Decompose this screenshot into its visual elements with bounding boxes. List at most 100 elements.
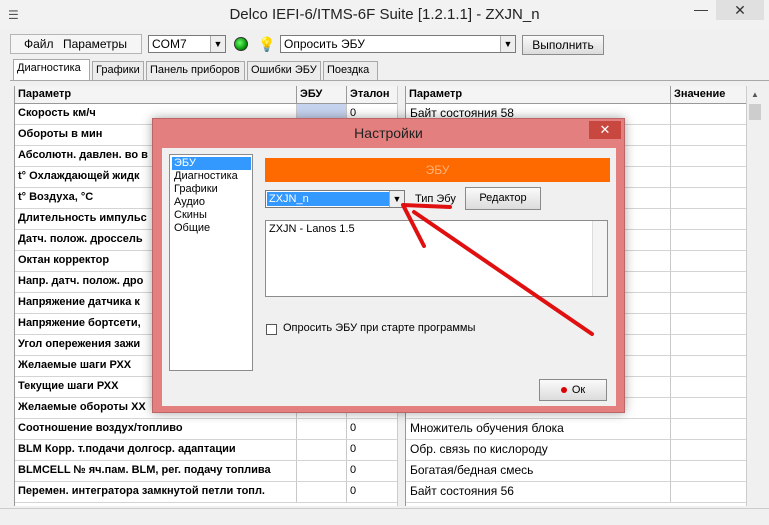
column-header-status-parameter[interactable]: Параметр [406, 86, 671, 104]
scroll-thumb[interactable] [749, 104, 761, 120]
table-row[interactable]: BLMCELL № яч.пам. BLM, рег. подачу топли… [15, 461, 398, 482]
column-header-ecu[interactable]: ЭБУ [297, 86, 347, 104]
table-row[interactable]: Байт состояния 56 [406, 482, 747, 503]
status-value [671, 293, 747, 313]
nav-item-audio[interactable]: Аудио [172, 196, 207, 209]
status-value [671, 104, 747, 124]
ecu-type-label: Тип Эбу [415, 193, 456, 205]
param-name: Перемен. интегратора замкнутой петли топ… [15, 482, 297, 502]
status-value [671, 272, 747, 292]
status-param-name: Обр. связь по кислороду [406, 440, 671, 460]
status-value [671, 314, 747, 334]
status-value [671, 188, 747, 208]
status-value [671, 419, 747, 439]
status-value [671, 335, 747, 355]
ecu-select-value: ZXJN_n [267, 192, 389, 206]
status-param-name: Байт состояния 56 [406, 482, 671, 502]
nav-item-ecu[interactable]: ЭБУ [172, 157, 251, 170]
settings-nav-list: ЭБУ Диагностика Графики Аудио Скины Общи… [169, 154, 253, 371]
tab-diagnostics[interactable]: Диагностика [13, 59, 90, 81]
port-select[interactable]: COM7 ▼ [148, 35, 226, 53]
menu-file[interactable]: Файл [24, 37, 54, 51]
status-value [671, 482, 747, 502]
editor-button[interactable]: Редактор [465, 187, 541, 210]
status-value [671, 398, 747, 418]
param-name: BLMCELL № яч.пам. BLM, рег. подачу топли… [15, 461, 297, 481]
minimize-button[interactable]: — [688, 0, 714, 20]
ecu-description[interactable]: ZXJN - Lanos 1.5 [265, 220, 608, 297]
column-header-reference[interactable]: Эталон [347, 86, 398, 104]
ok-button-label: Ок [571, 384, 586, 396]
dialog-title: Настройки [354, 125, 423, 141]
table-row[interactable]: Множитель обучения блока [406, 419, 747, 440]
status-bar [0, 508, 769, 525]
dialog-body: ЭБУ Диагностика Графики Аудио Скины Общи… [162, 148, 616, 406]
nav-item-graphs[interactable]: Графики [172, 183, 220, 196]
reference-value: 0 [347, 461, 398, 481]
action-value: Опросить ЭБУ [284, 37, 365, 51]
ecu-value [297, 419, 347, 439]
reference-value: 0 [347, 440, 398, 460]
ecu-value [297, 440, 347, 460]
tab-ecu-errors[interactable]: Ошибки ЭБУ [247, 61, 321, 80]
chevron-down-icon[interactable]: ▼ [389, 191, 404, 207]
status-value [671, 167, 747, 187]
app-menu-icon[interactable]: ☰ [8, 8, 22, 22]
action-select[interactable]: Опросить ЭБУ ▼ [280, 35, 516, 53]
tab-graphs[interactable]: Графики [92, 61, 144, 80]
chevron-down-icon[interactable]: ▼ [210, 36, 225, 52]
ok-status-icon [560, 387, 567, 394]
nav-item-general[interactable]: Общие [172, 222, 212, 235]
ok-button[interactable]: Ок [539, 379, 607, 401]
reference-value: 0 [347, 419, 398, 439]
nav-item-diagnostics[interactable]: Диагностика [172, 170, 240, 183]
param-name: Соотношение воздух/топливо [15, 419, 297, 439]
ecu-section-banner: ЭБУ [265, 158, 610, 182]
table-row[interactable]: Богатая/бедная смесь [406, 461, 747, 482]
ecu-description-text: ZXJN - Lanos 1.5 [269, 223, 355, 235]
tabs-divider [10, 80, 769, 81]
tab-trip[interactable]: Поездка [323, 61, 378, 80]
status-value [671, 125, 747, 145]
status-value [671, 251, 747, 271]
reference-value: 0 [347, 482, 398, 502]
table-row[interactable]: Соотношение воздух/топливо 0 [15, 419, 398, 440]
scroll-up-icon[interactable]: ▲ [747, 86, 763, 103]
execute-button[interactable]: Выполнить [522, 35, 604, 55]
param-name: BLM Корр. т.подачи долгоср. адаптации [15, 440, 297, 460]
lightbulb-icon[interactable]: 💡 [258, 35, 275, 53]
table-row[interactable]: Обр. связь по кислороду [406, 440, 747, 461]
window-title: Delco IEFI-6/ITMS-6F Suite [1.2.1.1] - Z… [229, 6, 540, 23]
poll-on-start-checkbox[interactable] [266, 324, 277, 335]
status-value [671, 440, 747, 460]
settings-dialog: Настройки ✕ ЭБУ Диагностика Графики Ауди… [152, 118, 625, 413]
column-header-parameter[interactable]: Параметр [15, 86, 297, 104]
status-value [671, 230, 747, 250]
close-window-button[interactable]: ✕ [716, 0, 764, 20]
ecu-value [297, 461, 347, 481]
status-param-name: Богатая/бедная смесь [406, 461, 671, 481]
menu-parameters[interactable]: Параметры [63, 37, 127, 51]
column-header-value[interactable]: Значение [671, 86, 747, 104]
ecu-select[interactable]: ZXJN_n ▼ [265, 190, 405, 208]
status-value [671, 146, 747, 166]
poll-on-start-label[interactable]: Опросить ЭБУ при старте программы [283, 322, 475, 334]
nav-item-skins[interactable]: Скины [172, 209, 209, 222]
status-value [671, 209, 747, 229]
table-row[interactable]: BLM Корр. т.подачи долгоср. адаптации 0 [15, 440, 398, 461]
ecu-value [297, 482, 347, 502]
status-param-name: Множитель обучения блока [406, 419, 671, 439]
description-scrollbar[interactable] [592, 221, 607, 296]
title-bar: Delco IEFI-6/ITMS-6F Suite [1.2.1.1] - Z… [0, 0, 769, 30]
tab-dashboard[interactable]: Панель приборов [146, 61, 245, 80]
port-value: COM7 [152, 37, 187, 51]
menu-bar: Файл Параметры [10, 34, 142, 54]
status-value [671, 377, 747, 397]
right-table-scrollbar[interactable]: ▲ [746, 86, 763, 506]
chevron-down-icon[interactable]: ▼ [500, 36, 515, 52]
connection-status-icon [234, 37, 248, 51]
status-value [671, 356, 747, 376]
table-row[interactable]: Перемен. интегратора замкнутой петли топ… [15, 482, 398, 503]
status-value [671, 461, 747, 481]
dialog-close-button[interactable]: ✕ [589, 121, 621, 139]
